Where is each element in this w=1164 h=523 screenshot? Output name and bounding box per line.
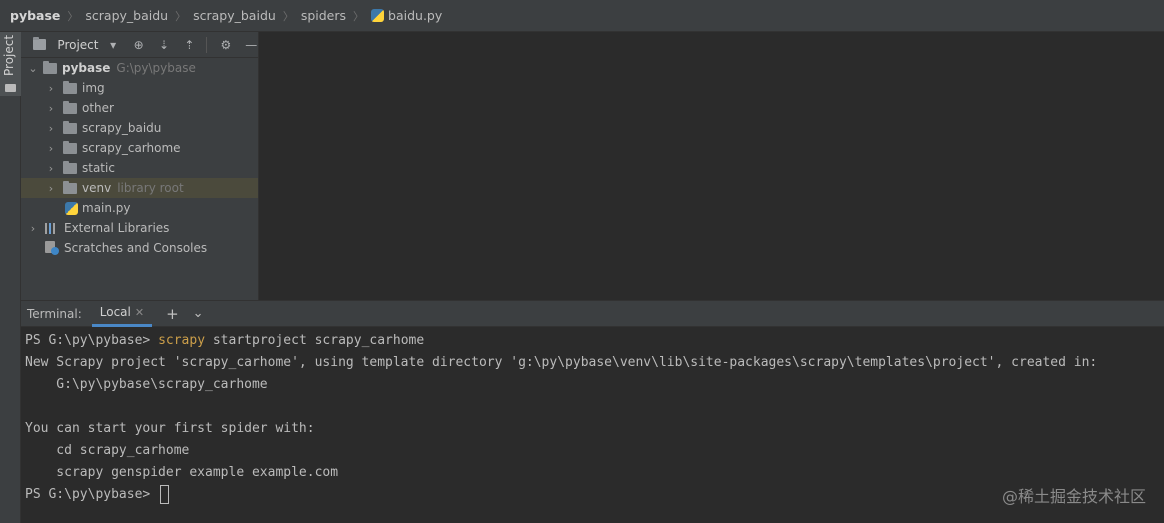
- expand-all-icon[interactable]: ⇣: [157, 38, 170, 52]
- terminal-cursor: [160, 485, 170, 504]
- tree-item-scrapy-baidu[interactable]: › scrapy_baidu: [21, 118, 258, 138]
- chevron-right-icon[interactable]: ›: [45, 102, 57, 115]
- chevron-right-icon: 〉: [175, 9, 187, 23]
- terminal-output-line: G:\py\pybase\scrapy_carhome: [25, 377, 268, 392]
- terminal-tab-label: Local: [99, 305, 131, 319]
- chevron-down-icon[interactable]: ⌄: [27, 62, 39, 75]
- tree-item-pybase[interactable]: ⌄ pybase G:\py\pybase: [21, 58, 258, 78]
- tool-window-strip: Project: [0, 32, 21, 523]
- breadcrumb-file-label: baidu.py: [388, 8, 443, 23]
- hide-panel-icon[interactable]: —: [245, 38, 258, 52]
- gear-icon[interactable]: ⚙: [219, 38, 232, 52]
- terminal-output-line: cd scrapy_carhome: [25, 443, 190, 458]
- terminal-title: Terminal:: [27, 306, 82, 321]
- tree-item-label: pybase: [62, 61, 111, 75]
- terminal-output-line: You can start your first spider with:: [25, 421, 315, 436]
- folder-icon: [5, 84, 16, 92]
- tree-item-label: venv: [82, 181, 112, 195]
- terminal-command-line: PS G:\py\pybase> scrapy startproject scr…: [25, 330, 1164, 352]
- header-divider: [206, 36, 208, 53]
- breadcrumb: pybase 〉 scrapy_baidu 〉 scrapy_baidu 〉 s…: [0, 0, 1164, 32]
- project-tool-tab[interactable]: Project: [0, 32, 21, 96]
- chevron-right-icon[interactable]: ›: [45, 182, 57, 195]
- folder-icon: [63, 160, 77, 174]
- chevron-right-icon: 〉: [353, 9, 365, 23]
- close-icon[interactable]: ✕: [135, 306, 144, 319]
- chevron-down-icon[interactable]: ⌄: [193, 306, 204, 321]
- tree-item-label: main.py: [82, 201, 131, 215]
- terminal-tab-local[interactable]: Local ✕: [91, 301, 153, 327]
- watermark: @稀土掘金技术社区: [1001, 487, 1146, 506]
- folder-icon: [63, 180, 77, 194]
- project-panel-title[interactable]: Project: [57, 38, 98, 52]
- tree-item-label: static: [82, 161, 115, 175]
- python-file-icon: [65, 201, 78, 215]
- chevron-right-icon[interactable]: ›: [45, 122, 57, 135]
- breadcrumb-item-spiders[interactable]: spiders: [301, 0, 346, 32]
- scratches-icon: [45, 241, 59, 255]
- tree-item-img[interactable]: › img: [21, 78, 258, 98]
- tree-item-venv[interactable]: › venv library root: [21, 178, 258, 198]
- chevron-right-icon: 〉: [282, 9, 294, 23]
- terminal-toolbar: Terminal: Local ✕ + ⌄: [21, 300, 1164, 327]
- tree-item-external-libraries[interactable]: › External Libraries: [21, 218, 258, 238]
- tree-item-static[interactable]: › static: [21, 158, 258, 178]
- chevron-right-icon[interactable]: ›: [45, 82, 57, 95]
- project-panel-header: Project ▾ ⊕ ⇣ ⇡ ⚙ —: [21, 32, 258, 58]
- terminal-command-args: startproject scrapy_carhome: [205, 333, 425, 348]
- chevron-right-icon[interactable]: ›: [27, 222, 39, 235]
- tree-item-label: other: [82, 101, 114, 115]
- tree-item-path-hint: G:\py\pybase: [116, 61, 196, 75]
- folder-icon: [63, 100, 77, 114]
- breadcrumb-item-scrapy-baidu-inner[interactable]: scrapy_baidu: [193, 0, 276, 32]
- breadcrumb-item-file[interactable]: baidu.py: [371, 0, 442, 32]
- tree-item-label: scrapy_carhome: [82, 141, 181, 155]
- python-file-icon: [371, 9, 385, 22]
- terminal-prompt: PS G:\py\pybase>: [25, 487, 159, 502]
- terminal-prompt: PS G:\py\pybase>: [25, 333, 159, 348]
- tree-item-scrapy-carhome[interactable]: › scrapy_carhome: [21, 138, 258, 158]
- terminal-input-line[interactable]: PS G:\py\pybase>: [25, 484, 1164, 506]
- chevron-right-icon: 〉: [67, 9, 79, 23]
- tree-item-label: Scratches and Consoles: [64, 241, 208, 255]
- project-tree: ⌄ pybase G:\py\pybase › img › other › sc…: [21, 58, 258, 258]
- tree-item-label: External Libraries: [64, 221, 170, 235]
- folder-icon: [43, 60, 57, 74]
- project-tool-tab-label: Project: [2, 34, 16, 76]
- tree-item-main-py[interactable]: main.py: [21, 198, 258, 218]
- tree-item-library-root-hint: library root: [117, 181, 184, 195]
- tree-item-other[interactable]: › other: [21, 98, 258, 118]
- terminal-output-line: New Scrapy project 'scrapy_carhome', usi…: [25, 355, 1098, 370]
- breadcrumb-item-pybase[interactable]: pybase: [10, 0, 60, 32]
- terminal-output-line: scrapy genspider example example.com: [25, 465, 339, 480]
- terminal-command-name: scrapy: [158, 333, 206, 348]
- library-icon: [45, 222, 59, 234]
- project-view-icon: [33, 37, 47, 50]
- locate-file-icon[interactable]: ⊕: [132, 38, 145, 52]
- project-panel: Project ▾ ⊕ ⇣ ⇡ ⚙ — ⌄ pybase G:\py\pybas…: [21, 32, 259, 300]
- folder-icon: [63, 120, 77, 134]
- terminal-output[interactable]: PS G:\py\pybase> scrapy startproject scr…: [21, 328, 1164, 523]
- tree-item-label: img: [82, 81, 105, 95]
- breadcrumb-item-scrapy-baidu[interactable]: scrapy_baidu: [85, 0, 168, 32]
- editor-area[interactable]: [260, 32, 1164, 300]
- dropdown-arrow-icon[interactable]: ▾: [106, 38, 119, 52]
- chevron-right-icon[interactable]: ›: [45, 162, 57, 175]
- tree-item-label: scrapy_baidu: [82, 121, 162, 135]
- folder-icon: [63, 80, 77, 94]
- add-terminal-icon[interactable]: +: [166, 305, 179, 323]
- collapse-all-icon[interactable]: ⇡: [183, 38, 196, 52]
- folder-icon: [63, 140, 77, 154]
- tree-item-scratches[interactable]: Scratches and Consoles: [21, 238, 258, 258]
- chevron-right-icon[interactable]: ›: [45, 142, 57, 155]
